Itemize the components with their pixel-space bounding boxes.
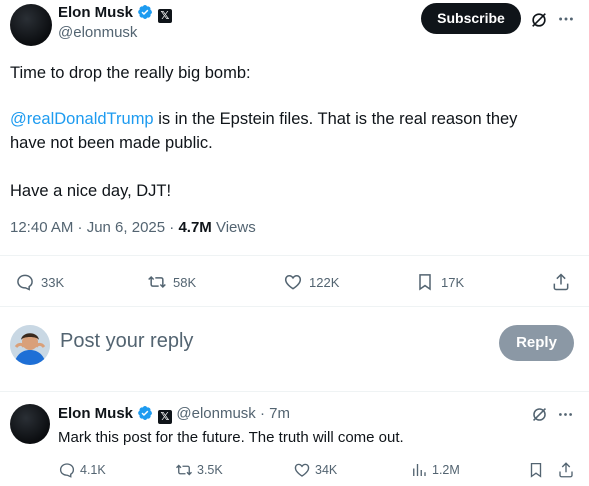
- reply-action[interactable]: 4.1K: [58, 461, 106, 479]
- bookmark-action[interactable]: 17K: [415, 272, 464, 292]
- author-name[interactable]: Elon Musk: [58, 4, 133, 21]
- bookmark-icon: [530, 462, 542, 478]
- views-label: Views: [211, 219, 256, 236]
- reply-input[interactable]: Post your reply: [60, 330, 193, 353]
- reply-icon: [17, 274, 33, 291]
- author-handle[interactable]: @elonmusk: [58, 24, 137, 41]
- reply-post-text: Mark this post for the future. The truth…: [58, 429, 404, 446]
- more-options-icon[interactable]: [557, 406, 574, 423]
- divider: [0, 255, 589, 256]
- post-text-line-2-rest: is in the Epstein files. That is the rea…: [153, 110, 518, 128]
- user-avatar-image: [10, 325, 50, 365]
- like-count: 34K: [315, 463, 338, 477]
- like-action[interactable]: 34K: [293, 461, 337, 479]
- reply-count: 33K: [41, 274, 65, 290]
- subscribe-button[interactable]: Subscribe: [421, 3, 521, 34]
- verified-badge-icon: [138, 5, 153, 19]
- reply-author-row: Elon Musk 𝕏 @elonmusk · 7m: [58, 405, 290, 424]
- x-affiliate-icon: 𝕏: [157, 9, 172, 23]
- share-action[interactable]: [557, 461, 575, 479]
- post-text-line-3: have not been made public.: [10, 134, 213, 152]
- share-icon: [559, 462, 573, 478]
- reply-author-handle[interactable]: @elonmusk: [176, 405, 255, 422]
- post-text-line-4: Have a nice day, DJT!: [10, 182, 172, 200]
- repost-count: 3.5K: [197, 463, 223, 477]
- mention-link[interactable]: @realDonaldTrump: [10, 110, 154, 128]
- verified-badge-icon: [138, 406, 153, 420]
- reply-author-avatar[interactable]: [10, 404, 50, 444]
- analytics-icon: [413, 464, 426, 476]
- reply-icon: [59, 463, 75, 478]
- post-text-line-2: @realDonaldTrump is in the Epstein files…: [10, 107, 517, 131]
- share-icon: [553, 273, 569, 291]
- more-options-icon[interactable]: [557, 10, 575, 28]
- repost-icon: [176, 464, 192, 476]
- bookmark-count: 17K: [441, 274, 465, 290]
- bookmark-action[interactable]: [527, 461, 545, 479]
- like-count: 122K: [309, 274, 340, 290]
- share-action[interactable]: [551, 272, 571, 292]
- author-avatar[interactable]: [10, 4, 52, 46]
- x-affiliate-icon: 𝕏: [157, 410, 172, 424]
- post-meta: 12:40 AM · Jun 6, 2025 · 4.7M Views: [10, 219, 256, 236]
- author-name-row: Elon Musk 𝕏: [58, 4, 172, 23]
- reply-time[interactable]: · 7m: [256, 405, 290, 422]
- views-count: 1.2M: [432, 463, 460, 477]
- like-action[interactable]: 122K: [283, 272, 339, 292]
- reply-action[interactable]: 33K: [15, 272, 64, 292]
- reply-count: 4.1K: [80, 463, 106, 477]
- repost-icon: [148, 275, 166, 289]
- grok-icon[interactable]: [530, 11, 548, 29]
- post-text-line-1: Time to drop the really big bomb:: [10, 64, 251, 82]
- bookmark-icon: [419, 274, 431, 291]
- views-count: 4.7M: [178, 219, 212, 236]
- heart-icon: [284, 274, 302, 290]
- grok-icon[interactable]: [531, 406, 548, 423]
- divider: [0, 391, 589, 392]
- repost-action[interactable]: 3.5K: [175, 461, 223, 479]
- views-action[interactable]: 1.2M: [410, 461, 460, 479]
- heart-icon: [294, 463, 310, 477]
- user-avatar[interactable]: [10, 325, 50, 365]
- post-timestamp[interactable]: 12:40 AM · Jun 6, 2025 ·: [10, 219, 178, 236]
- divider: [0, 306, 589, 307]
- repost-count: 58K: [173, 274, 197, 290]
- reply-author-name[interactable]: Elon Musk: [58, 405, 133, 422]
- reply-button[interactable]: Reply: [499, 325, 574, 361]
- repost-action[interactable]: 58K: [147, 272, 196, 292]
